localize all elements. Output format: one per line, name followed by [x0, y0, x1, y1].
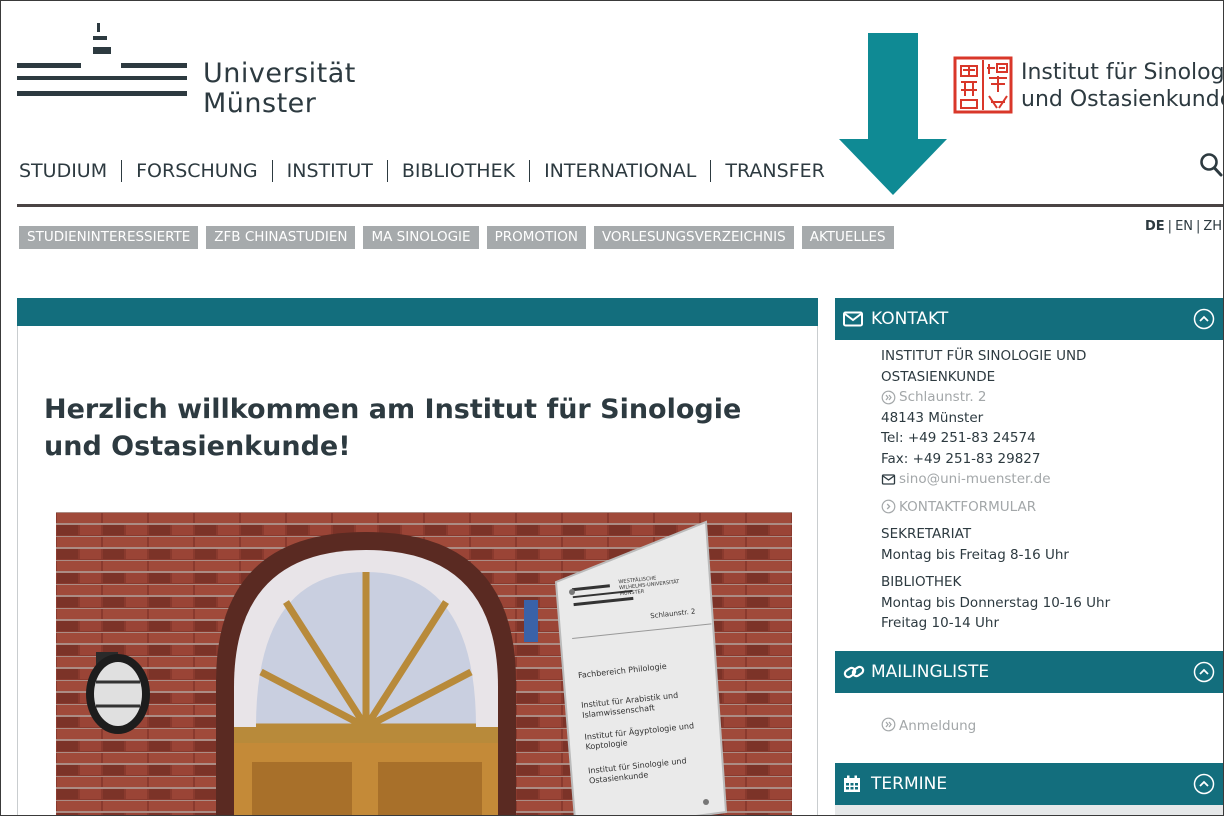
double-chevron-circle-icon	[881, 390, 896, 405]
nav-item-forschung[interactable]: FORSCHUNG	[121, 160, 272, 182]
institute-name[interactable]: Institut für Sinologie und Ostasienkunde	[1021, 59, 1224, 113]
secretariat-label: SEKRETARIAT	[881, 526, 972, 542]
university-name-line1: Universität	[203, 58, 356, 89]
lang-zh[interactable]: ZH	[1203, 219, 1222, 234]
institute-name-line2: und Ostasienkunde	[1021, 87, 1224, 112]
chevron-up-circle-icon[interactable]	[1193, 773, 1215, 795]
library-hours-2: Freitag 10-14 Uhr	[881, 615, 1000, 631]
calendar-icon	[843, 774, 867, 794]
content-topbar	[17, 298, 818, 326]
lang-separator: |	[1167, 219, 1173, 234]
nav-divider	[17, 204, 1223, 207]
institute-seal-icon[interactable]	[953, 56, 1013, 114]
contact-fax: Fax: +49 251-83 29827	[881, 450, 1041, 467]
university-logo-mark	[17, 23, 187, 96]
page: Universität Münster Institut für Sinolog…	[0, 0, 1224, 816]
contact-email: sino@uni-muenster.de	[899, 471, 1051, 487]
nav-item-bibliothek[interactable]: BIBLIOTHEK	[386, 160, 529, 182]
subnav-studieninteressierte[interactable]: STUDIENINTERESSIERTE	[19, 226, 199, 249]
panel-mailingliste-title: MAILINGLISTE	[871, 662, 990, 682]
link-icon	[843, 662, 867, 682]
sub-nav: STUDIENINTERESSIERTE ZFB CHINASTUDIEN MA…	[19, 226, 894, 249]
institute-entrance-photo: WESTFÄLISCHE WILHELMS-UNIVERSITÄT MÜNSTE…	[56, 512, 792, 815]
subnav-vorlesungsverzeichnis[interactable]: VORLESUNGSVERZEICHNIS	[593, 226, 794, 249]
university-name: Universität Münster	[203, 59, 356, 119]
double-chevron-circle-icon	[881, 717, 896, 732]
contact-form-label: KONTAKTFORMULAR	[899, 498, 1037, 515]
nav-item-studium[interactable]: STUDIUM	[19, 160, 121, 182]
subnav-ma-sinologie[interactable]: MA SINOLOGIE	[363, 226, 479, 249]
library-label: BIBLIOTHEK	[881, 574, 962, 590]
contact-info: INSTITUT FÜR SINOLOGIE UND OSTASIENKUNDE…	[881, 346, 1110, 634]
subnav-zfb-chinastudien[interactable]: ZFB CHINASTUDIEN	[206, 226, 356, 249]
lang-separator: |	[1196, 219, 1201, 234]
contact-tel: Tel: +49 251-83 24574	[881, 430, 1036, 446]
panel-termine-title: TERMINE	[871, 774, 948, 794]
envelope-icon	[881, 474, 896, 485]
secretariat-hours: Montag bis Freitag 8-16 Uhr	[881, 546, 1069, 563]
subnav-promotion[interactable]: PROMOTION	[486, 226, 586, 249]
mailingliste-signup-link[interactable]: Anmeldung	[881, 717, 976, 734]
university-logo[interactable]: Universität Münster	[17, 23, 355, 123]
panel-termine-header[interactable]: TERMINE	[835, 763, 1223, 805]
chevron-up-circle-icon[interactable]	[1193, 308, 1215, 330]
library-hours-1: Montag bis Donnerstag 10-16 Uhr	[881, 594, 1111, 611]
envelope-icon	[843, 309, 867, 329]
page-title: Herzlich willkommen am Institut für Sino…	[44, 394, 742, 462]
main-nav: STUDIUM FORSCHUNG INSTITUT BIBLIOTHEK IN…	[19, 156, 839, 186]
contact-institute-line2: OSTASIENKUNDE	[881, 368, 996, 385]
lang-de[interactable]: DE	[1145, 219, 1165, 234]
language-switcher: DE | EN | ZH	[1145, 219, 1222, 234]
contact-institute-line1: INSTITUT FÜR SINOLOGIE UND	[881, 348, 1087, 364]
institute-name-line1: Institut für Sinologie	[1021, 60, 1224, 85]
search-icon[interactable]	[1199, 151, 1224, 179]
contact-city: 48143 Münster	[881, 409, 984, 426]
contact-street-link[interactable]: Schlaunstr. 2	[881, 387, 1110, 408]
contact-form-link[interactable]: KONTAKTFORMULAR	[881, 497, 1110, 518]
arrow-down-icon	[839, 33, 947, 195]
university-name-line2: Münster	[203, 88, 317, 119]
lang-en[interactable]: EN	[1175, 219, 1193, 234]
panel-mailingliste-header[interactable]: MAILINGLISTE	[835, 651, 1223, 693]
chevron-circle-icon	[881, 499, 896, 514]
main-content: Herzlich willkommen am Institut für Sino…	[17, 298, 818, 815]
mailingliste-signup-label: Anmeldung	[899, 718, 977, 734]
nav-item-international[interactable]: INTERNATIONAL	[529, 160, 710, 182]
termine-content	[835, 805, 1223, 815]
chevron-up-circle-icon[interactable]	[1193, 661, 1215, 683]
nav-item-transfer[interactable]: TRANSFER	[710, 160, 838, 182]
panel-kontakt-title: KONTAKT	[871, 309, 949, 329]
nav-item-institut[interactable]: INSTITUT	[271, 160, 387, 182]
subnav-aktuelles[interactable]: AKTUELLES	[801, 226, 894, 249]
panel-kontakt-header[interactable]: KONTAKT	[835, 298, 1223, 340]
contact-street: Schlaunstr. 2	[899, 389, 987, 405]
contact-email-link[interactable]: sino@uni-muenster.de	[881, 469, 1110, 490]
